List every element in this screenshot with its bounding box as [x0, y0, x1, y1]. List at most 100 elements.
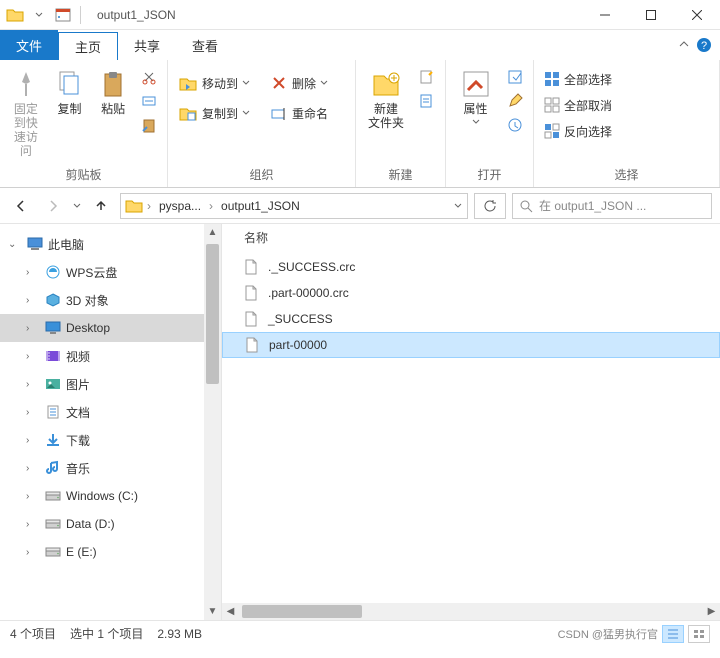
file-item[interactable]: .part-00000.crc — [222, 280, 720, 306]
help-icon[interactable]: ? — [696, 37, 712, 53]
status-size: 2.93 MB — [157, 627, 202, 641]
address-bar[interactable]: › pyspa... › output1_JSON — [120, 193, 468, 219]
tree-item-downloads[interactable]: › 下载 — [0, 426, 221, 454]
edit-icon[interactable] — [503, 90, 527, 112]
newfolder-button[interactable]: 新建 文件夹 — [362, 64, 410, 134]
history-dropdown-icon[interactable] — [72, 201, 82, 211]
cut-icon[interactable] — [137, 66, 161, 88]
chevron-right-icon[interactable]: › — [26, 295, 40, 306]
close-button[interactable] — [674, 0, 720, 30]
group-open-label: 打开 — [452, 164, 527, 185]
file-name: _SUCCESS — [268, 312, 333, 326]
file-hscrollbar[interactable]: ◀▶ — [222, 603, 720, 620]
properties-button[interactable]: 属性 — [452, 64, 499, 130]
tab-home[interactable]: 主页 — [58, 32, 118, 60]
file-name: part-00000 — [269, 338, 327, 352]
chevron-right-icon[interactable]: › — [26, 519, 40, 530]
tab-share[interactable]: 共享 — [118, 30, 176, 60]
paste-shortcut-icon[interactable] — [137, 114, 161, 136]
view-icons-button[interactable] — [688, 625, 710, 643]
tree-item-documents[interactable]: ›文档 — [0, 398, 221, 426]
tree-item-label: WPS云盘 — [66, 264, 117, 281]
selectnone-button[interactable]: 全部取消 — [540, 94, 616, 116]
folder-icon — [4, 4, 26, 26]
chevron-right-icon[interactable]: › — [26, 547, 40, 558]
file-icon — [244, 311, 260, 327]
chevron-right-icon[interactable]: › — [26, 351, 40, 362]
tree-item-label: 音乐 — [66, 460, 90, 477]
chevron-right-icon[interactable]: › — [26, 463, 40, 474]
tree-item-label: E (E:) — [66, 545, 97, 559]
tree-item-wps[interactable]: › WPS云盘 — [0, 258, 221, 286]
chevron-right-icon[interactable]: › — [26, 379, 40, 390]
chevron-right-icon[interactable]: › — [147, 199, 151, 213]
breadcrumb-1[interactable]: pyspa... — [155, 199, 205, 213]
history-icon[interactable] — [503, 114, 527, 136]
selectall-button[interactable]: 全部选择 — [540, 68, 616, 90]
tree-item-video[interactable]: ›视频 — [0, 342, 221, 370]
chevron-right-icon[interactable]: › — [209, 199, 213, 213]
chevron-right-icon[interactable]: › — [26, 407, 40, 418]
drive-icon — [44, 543, 62, 561]
copypath-icon[interactable] — [137, 90, 161, 112]
ribbon-tabs: 文件 主页 共享 查看 ? — [0, 30, 720, 60]
view-details-button[interactable] — [662, 625, 684, 643]
tree-scrollbar[interactable]: ▲▼ — [204, 224, 221, 620]
column-header-name[interactable]: 名称 — [222, 224, 720, 250]
tree-item-desktop[interactable]: ›Desktop — [0, 314, 221, 342]
copy-button[interactable]: 复制 — [50, 64, 90, 120]
music-icon — [44, 459, 62, 477]
group-new-label: 新建 — [362, 164, 439, 185]
delete-button[interactable]: 删除 — [266, 72, 332, 94]
tree-root[interactable]: ⌄ 此电脑 — [0, 230, 221, 258]
tree-item-3d[interactable]: ›3D 对象 — [0, 286, 221, 314]
newitem-icon[interactable] — [414, 66, 438, 88]
qat-dropdown-icon[interactable] — [28, 4, 50, 26]
svg-text:?: ? — [701, 40, 707, 52]
rename-button[interactable]: 重命名 — [266, 102, 332, 124]
file-name: ._SUCCESS.crc — [268, 260, 355, 274]
moveto-button[interactable]: 移动到 — [174, 72, 254, 94]
wps-icon — [44, 263, 62, 281]
chevron-right-icon[interactable]: › — [26, 435, 40, 446]
search-input[interactable]: 在 output1_JSON ... — [512, 193, 712, 219]
folder-icon — [125, 199, 143, 213]
file-item[interactable]: _SUCCESS — [222, 306, 720, 332]
copyto-button[interactable]: 复制到 — [174, 102, 254, 124]
chevron-down-icon[interactable]: ⌄ — [8, 239, 22, 250]
window-title: output1_JSON — [89, 8, 176, 22]
tree-item-music[interactable]: › 音乐 — [0, 454, 221, 482]
tree-item-drive[interactable]: ›Data (D:) — [0, 510, 221, 538]
ribbon-collapse-icon[interactable] — [678, 39, 690, 51]
file-name: .part-00000.crc — [268, 286, 349, 300]
group-organize-label: 组织 — [174, 164, 349, 185]
tab-view[interactable]: 查看 — [176, 30, 234, 60]
tree-item-pictures[interactable]: ›图片 — [0, 370, 221, 398]
qat-properties-icon[interactable] — [52, 4, 74, 26]
maximize-button[interactable] — [628, 0, 674, 30]
addr-dropdown-icon[interactable] — [453, 201, 463, 211]
ribbon: 固定到快速访问 复制 粘贴 剪贴板 移动到 — [0, 60, 720, 188]
documents-icon — [44, 403, 62, 421]
forward-button[interactable] — [40, 193, 66, 219]
breadcrumb-2[interactable]: output1_JSON — [217, 199, 304, 213]
back-button[interactable] — [8, 193, 34, 219]
chevron-right-icon[interactable]: › — [26, 491, 40, 502]
file-item[interactable]: ._SUCCESS.crc — [222, 254, 720, 280]
easyaccess-icon[interactable] — [414, 90, 438, 112]
tab-file[interactable]: 文件 — [0, 30, 58, 60]
up-button[interactable] — [88, 193, 114, 219]
paste-button[interactable]: 粘贴 — [93, 64, 133, 120]
tree-item-drive[interactable]: › E (E:) — [0, 538, 221, 566]
watermark: CSDN @猛男执行官 — [558, 626, 658, 642]
tree-item-drive[interactable]: ›Windows (C:) — [0, 482, 221, 510]
chevron-right-icon[interactable]: › — [26, 323, 40, 334]
file-item[interactable]: part-00000 — [222, 332, 720, 358]
open-icon[interactable] — [503, 66, 527, 88]
refresh-button[interactable] — [474, 193, 506, 219]
invert-button[interactable]: 反向选择 — [540, 120, 616, 142]
tree-item-label: 下载 — [66, 432, 90, 449]
chevron-right-icon[interactable]: › — [26, 267, 40, 278]
minimize-button[interactable] — [582, 0, 628, 30]
pin-quickaccess-button[interactable]: 固定到快速访问 — [6, 64, 46, 162]
